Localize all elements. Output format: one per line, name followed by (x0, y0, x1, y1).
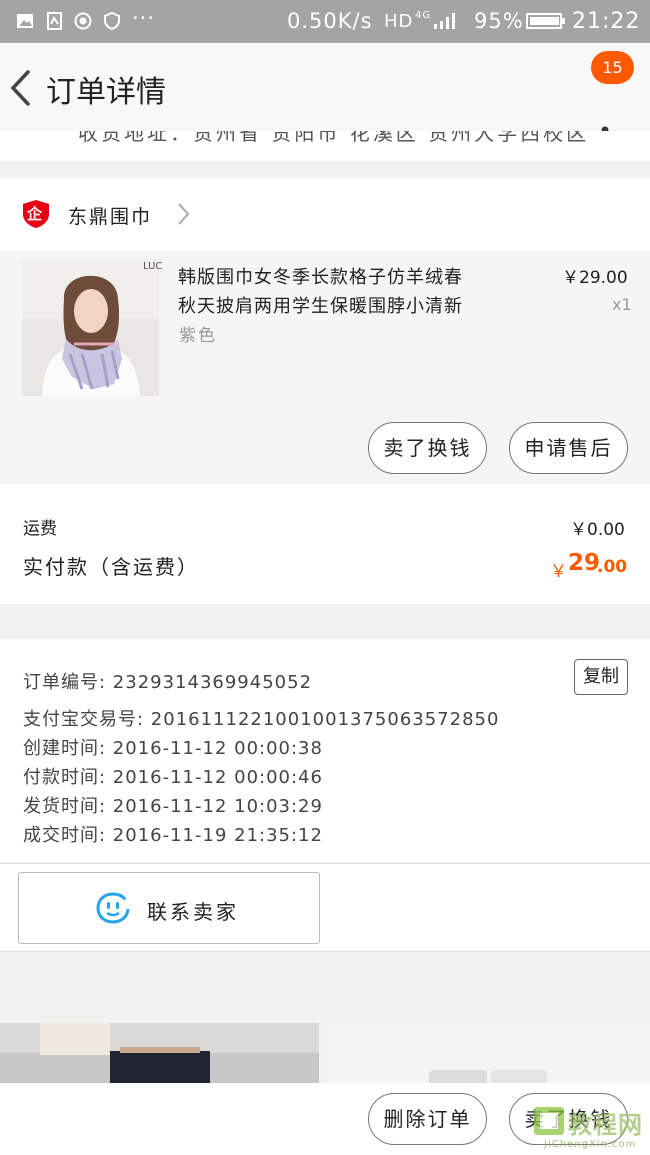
bottom-sell-for-cash-button[interactable]: 卖了换钱 (509, 1093, 628, 1145)
order-number: 订单编号: 2329314369945052 (23, 672, 313, 693)
clock: 21:22 (572, 9, 641, 34)
shipping-value: ￥0.00 (570, 520, 625, 540)
total-currency: ￥ (550, 562, 567, 582)
contact-seller-button[interactable]: 联系卖家 (18, 872, 320, 944)
chat-face-icon (96, 892, 130, 924)
alipay-transaction-number: 支付宝交易号: 2016111221001001375063572850 (23, 709, 500, 730)
product-title-line1[interactable]: 韩版围巾女冬季长款格子仿羊绒春 (178, 263, 463, 289)
shop-logo-char: 企 (27, 205, 43, 223)
status-bar: ··· 0.50K/s HD 4G 95% 21:22 (0, 0, 650, 43)
network-speed: 0.50K/s (287, 9, 373, 33)
order-info-section: 订单编号: 2329314369945052 复制 支付宝交易号: 201611… (0, 639, 650, 862)
product-title-line2[interactable]: 秋天披肩两用学生保暖围脖小清新 (178, 292, 463, 318)
image-brand-tag: LUC (143, 261, 163, 272)
total-decimal: .00 (597, 557, 628, 577)
apply-after-sale-button[interactable]: 申请售后 (509, 422, 628, 474)
product-image[interactable] (22, 259, 159, 396)
notification-badge: 15 (591, 51, 634, 84)
total-label: 实付款（含运费） (23, 555, 199, 579)
address-section: 收货地址：贵州省 贵阳市 花溪区 贵州大学西校区 (0, 131, 650, 161)
sell-for-cash-button[interactable]: 卖了换钱 (368, 422, 487, 474)
created-time: 创建时间: 2016-11-12 00:00:38 (23, 738, 323, 759)
copy-order-number-button[interactable]: 复制 (574, 659, 628, 695)
recommended-item-image-2[interactable] (329, 1023, 650, 1083)
nav-bar: 订单详情 15 (0, 43, 650, 144)
bottom-action-bar: 删除订单 卖了换钱 教程网 JiChengXin.com (0, 1083, 650, 1155)
contact-seller-label: 联系卖家 (147, 900, 239, 924)
shipped-time: 发货时间: 2016-11-12 10:03:29 (23, 796, 323, 817)
hd-indicator: HD (384, 11, 414, 32)
contact-section: 联系卖家 (0, 863, 650, 952)
battery-percent: 95% (474, 9, 524, 33)
gallery-icon (17, 14, 33, 28)
paid-time: 付款时间: 2016-11-12 00:00:46 (23, 767, 323, 788)
product-quantity: x1 (612, 295, 632, 314)
product-price: ￥29.00 (562, 268, 628, 288)
back-arrow-icon[interactable] (8, 69, 34, 107)
shield-icon (104, 12, 120, 30)
total-integer: 29 (568, 550, 601, 576)
shop-name[interactable]: 东鼎围巾 (68, 202, 152, 229)
page-title: 订单详情 (46, 75, 166, 110)
battery-icon (526, 13, 565, 29)
product-variant: 紫色 (179, 326, 217, 346)
network-type: 4G (415, 10, 432, 21)
screenshot-icon (47, 12, 62, 30)
more-notifications-icon: ··· (132, 6, 156, 30)
fee-summary: 运费 ￥0.00 实付款（含运费） ￥ 29 .00 (0, 484, 650, 604)
recommended-item-image-1[interactable] (0, 1023, 319, 1083)
shipping-label: 运费 (23, 519, 57, 539)
record-icon (74, 12, 92, 30)
address-text: 收货地址：贵州省 贵阳市 花溪区 贵州大学西校区 (78, 131, 590, 145)
delete-order-button[interactable]: 删除订单 (368, 1093, 487, 1145)
completed-time: 成交时间: 2016-11-19 21:35:12 (23, 825, 323, 846)
chevron-right-icon (178, 203, 190, 225)
shop-row[interactable]: 企 东鼎围巾 (0, 178, 650, 250)
product-item[interactable]: LUC 韩版围巾女冬季长款格子仿羊绒春 秋天披肩两用学生保暖围脖小清新 紫色 ￥… (0, 250, 650, 483)
signal-icon (434, 13, 455, 29)
